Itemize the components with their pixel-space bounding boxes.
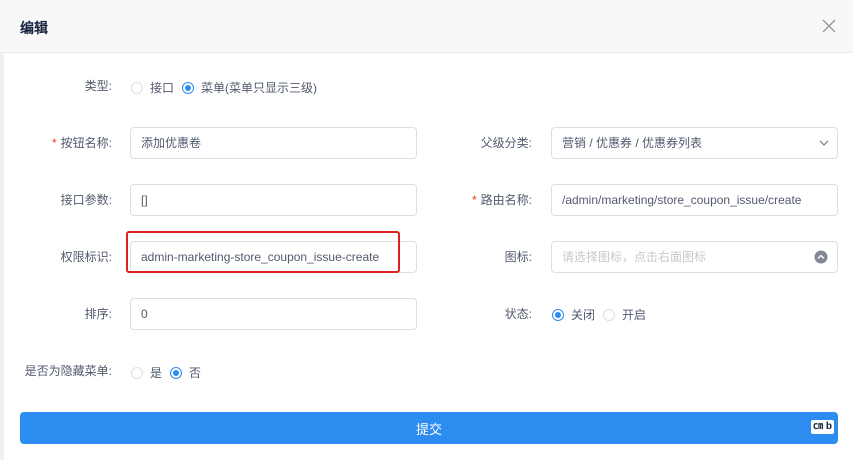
radio-dot <box>552 308 564 321</box>
required-mark: * <box>51 136 57 150</box>
radio-dot <box>131 81 143 94</box>
label-text: 按钮名称: <box>60 136 112 150</box>
api-params-input[interactable]: [] <box>130 184 417 216</box>
route-name-label: * 路由名称: <box>450 192 532 208</box>
permission-input[interactable]: admin-marketing-store_coupon_issue-creat… <box>130 241 417 273</box>
scroll-edge <box>0 53 4 460</box>
chevron-down-icon <box>819 140 829 146</box>
submit-label: 提交 <box>415 421 442 437</box>
radio-label: 菜单(菜单只显示三级) <box>201 81 318 95</box>
icon-input[interactable]: 请选择图标，点击右面图标 <box>551 241 838 273</box>
sort-input[interactable]: 0 <box>130 298 417 330</box>
corner-badge: ㎝ b <box>811 420 834 434</box>
radio-label: 开启 <box>622 308 647 322</box>
sort-label: 排序: <box>84 307 112 321</box>
radio-dot <box>170 366 183 379</box>
hidden-menu-label: 是否为隐藏菜单: <box>24 364 112 378</box>
close-icon[interactable] <box>820 17 838 35</box>
submit-button[interactable]: 提交 ㎝ b <box>20 412 838 444</box>
hidden-menu-radio-no[interactable]: 否 <box>170 364 201 381</box>
status-radio-group: 关闭 开启 <box>552 306 654 323</box>
radio-label: 接口 <box>150 81 175 95</box>
hidden-menu-radio-group: 是 否 <box>131 364 209 381</box>
radio-label: 是 <box>150 366 163 380</box>
radio-label: 否 <box>189 366 202 380</box>
radio-dot <box>182 81 195 94</box>
edit-dialog: 编辑 类型: 接口 菜单(菜单只显示三级) * 按钮名称: 添加优惠卷 父级分类:… <box>0 0 853 460</box>
button-name-label: * 按钮名称: <box>30 135 112 151</box>
hidden-menu-radio-yes[interactable]: 是 <box>131 364 162 381</box>
permission-label: 权限标识: <box>60 250 112 264</box>
dialog-header: 编辑 <box>0 0 853 53</box>
radio-label: 关闭 <box>571 308 596 322</box>
route-name-input[interactable]: /admin/marketing/store_coupon_issue/crea… <box>551 184 838 216</box>
required-mark: * <box>471 193 477 207</box>
radio-dot <box>603 308 616 321</box>
status-radio-off[interactable]: 关闭 <box>552 306 595 323</box>
label-text: 路由名称: <box>480 193 532 207</box>
select-value: 营销 / 优惠券 / 优惠券列表 <box>562 136 703 150</box>
type-radio-menu[interactable]: 菜单(菜单只显示三级) <box>182 79 317 96</box>
button-name-input[interactable]: 添加优惠卷 <box>130 127 417 159</box>
dialog-title: 编辑 <box>20 20 48 36</box>
parent-category-select[interactable]: 营销 / 优惠券 / 优惠券列表 <box>551 127 838 159</box>
type-radio-api[interactable]: 接口 <box>131 79 174 96</box>
status-label: 状态: <box>504 307 532 321</box>
api-params-label: 接口参数: <box>60 193 112 207</box>
icon-placeholder: 请选择图标，点击右面图标 <box>562 250 707 264</box>
radio-dot <box>131 366 143 379</box>
status-radio-on[interactable]: 开启 <box>603 306 646 323</box>
icon-picker-icon[interactable] <box>814 250 828 264</box>
icon-label: 图标: <box>504 250 532 264</box>
type-radio-group: 接口 菜单(菜单只显示三级) <box>131 79 325 96</box>
parent-category-label: 父级分类: <box>480 136 532 150</box>
type-label: 类型: <box>84 79 112 93</box>
